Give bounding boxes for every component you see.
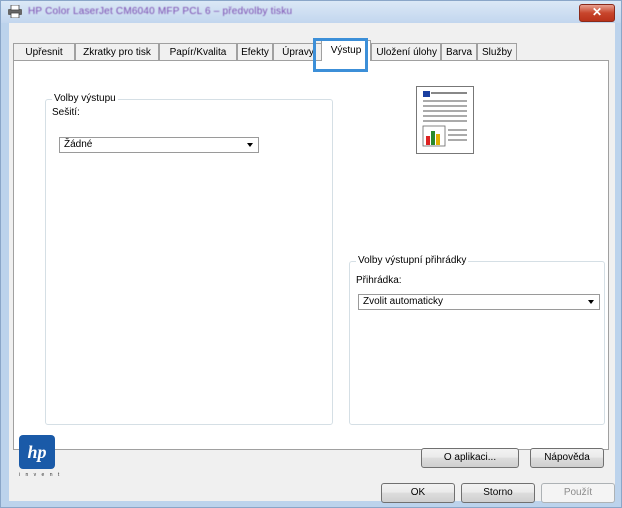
tray-value: Zvolit automaticky [363,296,444,307]
about-button[interactable]: O aplikaci... [421,448,519,468]
svg-text:hp: hp [27,442,46,462]
tab-papir-kvalita[interactable]: Papír/Kvalita [159,43,237,60]
output-preview-image [416,86,474,154]
tab-barva[interactable]: Barva [441,43,477,60]
output-options-legend: Volby výstupu [52,93,118,104]
chevron-down-icon [588,300,594,304]
cancel-button[interactable]: Storno [461,483,535,503]
stapler-value: Žádné [64,139,93,150]
tray-dropdown[interactable]: Zvolit automaticky [358,294,600,310]
dialog-client-area: Upřesnit Zkratky pro tisk Papír/Kvalita … [9,23,615,503]
help-button[interactable]: Nápověda [530,448,604,468]
close-button[interactable]: ✕ [579,4,615,22]
output-options-group: Volby výstupu Sešití: Žádné [45,93,333,425]
stapler-dropdown[interactable]: Žádné [59,137,259,153]
tab-upresnit[interactable]: Upřesnit [13,43,75,60]
ok-button[interactable]: OK [381,483,455,503]
title-bar: HP Color LaserJet CM6040 MFP PCL 6 – pře… [1,1,621,23]
hp-logo-tagline: i n v e n t [19,472,62,478]
tray-options-legend: Volby výstupní přihrádky [356,255,469,266]
tray-options-group: Volby výstupní přihrádky Přihrádka: Zvol… [349,255,605,425]
tab-zkratky-pro-tisk[interactable]: Zkratky pro tisk [75,43,159,60]
hp-logo: hp [19,435,55,469]
printer-icon [8,5,22,18]
close-icon: ✕ [591,5,603,19]
tab-sluzby[interactable]: Služby [477,43,517,60]
apply-button[interactable]: Použít [541,483,615,503]
print-preferences-window: HP Color LaserJet CM6040 MFP PCL 6 – pře… [0,0,622,508]
active-tab-highlight [313,38,368,72]
tab-panel-vystup: Volby výstupu Sešití: Žádné Volby výstup… [13,60,609,450]
tab-efekty[interactable]: Efekty [237,43,273,60]
window-title: HP Color LaserJet CM6040 MFP PCL 6 – pře… [28,6,293,17]
stapler-label: Sešití: [52,107,80,118]
tray-label: Přihrádka: [356,275,402,286]
tab-ulozeni-ulohy[interactable]: Uložení úlohy [371,43,441,60]
chevron-down-icon [247,143,253,147]
